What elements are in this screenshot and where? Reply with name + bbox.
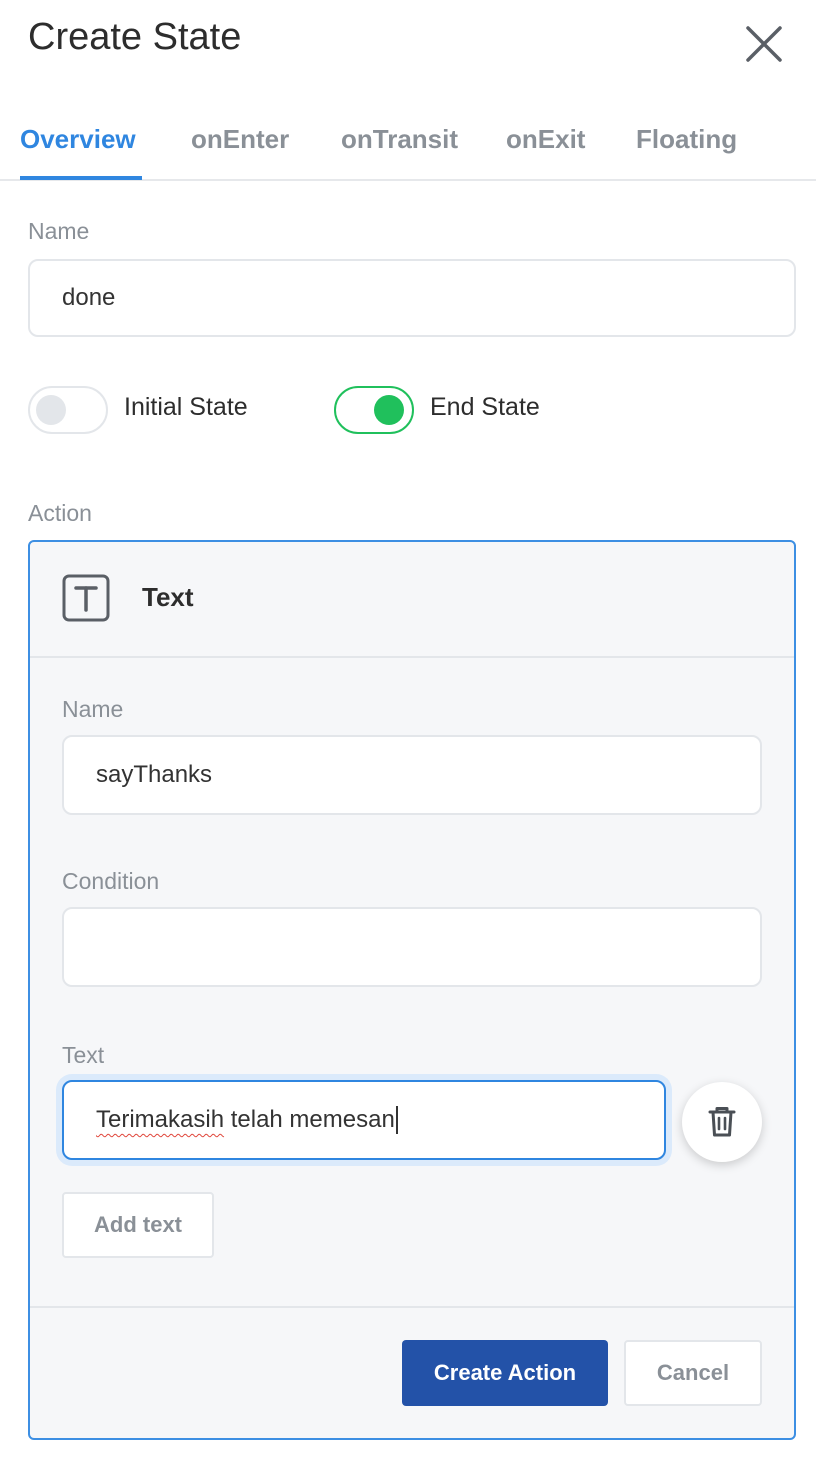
- action-name-label: Name: [62, 696, 124, 722]
- state-name-value: done: [62, 284, 116, 311]
- tab-onexit[interactable]: onExit: [506, 124, 585, 155]
- condition-label: Condition: [62, 868, 160, 894]
- close-icon[interactable]: [744, 24, 784, 64]
- tab-ontransit[interactable]: onTransit: [341, 124, 458, 155]
- state-name-label: Name: [28, 218, 90, 244]
- delete-text-button[interactable]: [682, 1082, 762, 1162]
- cancel-button[interactable]: Cancel: [624, 1340, 762, 1406]
- initial-state-label: Initial State: [124, 393, 248, 421]
- action-section-label: Action: [28, 500, 92, 526]
- end-state-label: End State: [430, 393, 540, 421]
- page-title: Create State: [28, 16, 242, 58]
- tab-onenter[interactable]: onEnter: [191, 124, 289, 155]
- trash-icon: [708, 1107, 736, 1137]
- card-footer-divider: [30, 1306, 794, 1308]
- action-type-label: Text: [142, 582, 194, 612]
- create-action-button[interactable]: Create Action: [402, 1340, 608, 1406]
- text-icon: [62, 574, 110, 622]
- tab-overview[interactable]: Overview: [20, 124, 136, 155]
- action-name-input[interactable]: sayThanks: [62, 735, 762, 815]
- text-label: Text: [62, 1042, 105, 1068]
- condition-input[interactable]: [62, 907, 762, 987]
- tab-floating[interactable]: Floating: [636, 124, 737, 155]
- initial-state-toggle[interactable]: [28, 386, 108, 434]
- text-input-value: telah memesan: [224, 1106, 395, 1133]
- text-input[interactable]: Terimakasih telah memesan: [62, 1080, 666, 1160]
- active-tab-indicator: [20, 176, 142, 180]
- add-text-button[interactable]: Add text: [62, 1192, 214, 1258]
- action-card: Text Name sayThanks Condition Text Terim…: [28, 540, 796, 1440]
- tab-bar: Overview onEnter onTransit onExit Floati…: [0, 110, 816, 181]
- state-name-input[interactable]: done: [28, 259, 796, 337]
- action-name-value: sayThanks: [96, 761, 213, 788]
- end-state-toggle[interactable]: [334, 386, 414, 434]
- text-caret: [395, 1106, 398, 1134]
- action-card-header: Text: [30, 542, 794, 658]
- misspelled-word: Terimakasih: [96, 1106, 225, 1133]
